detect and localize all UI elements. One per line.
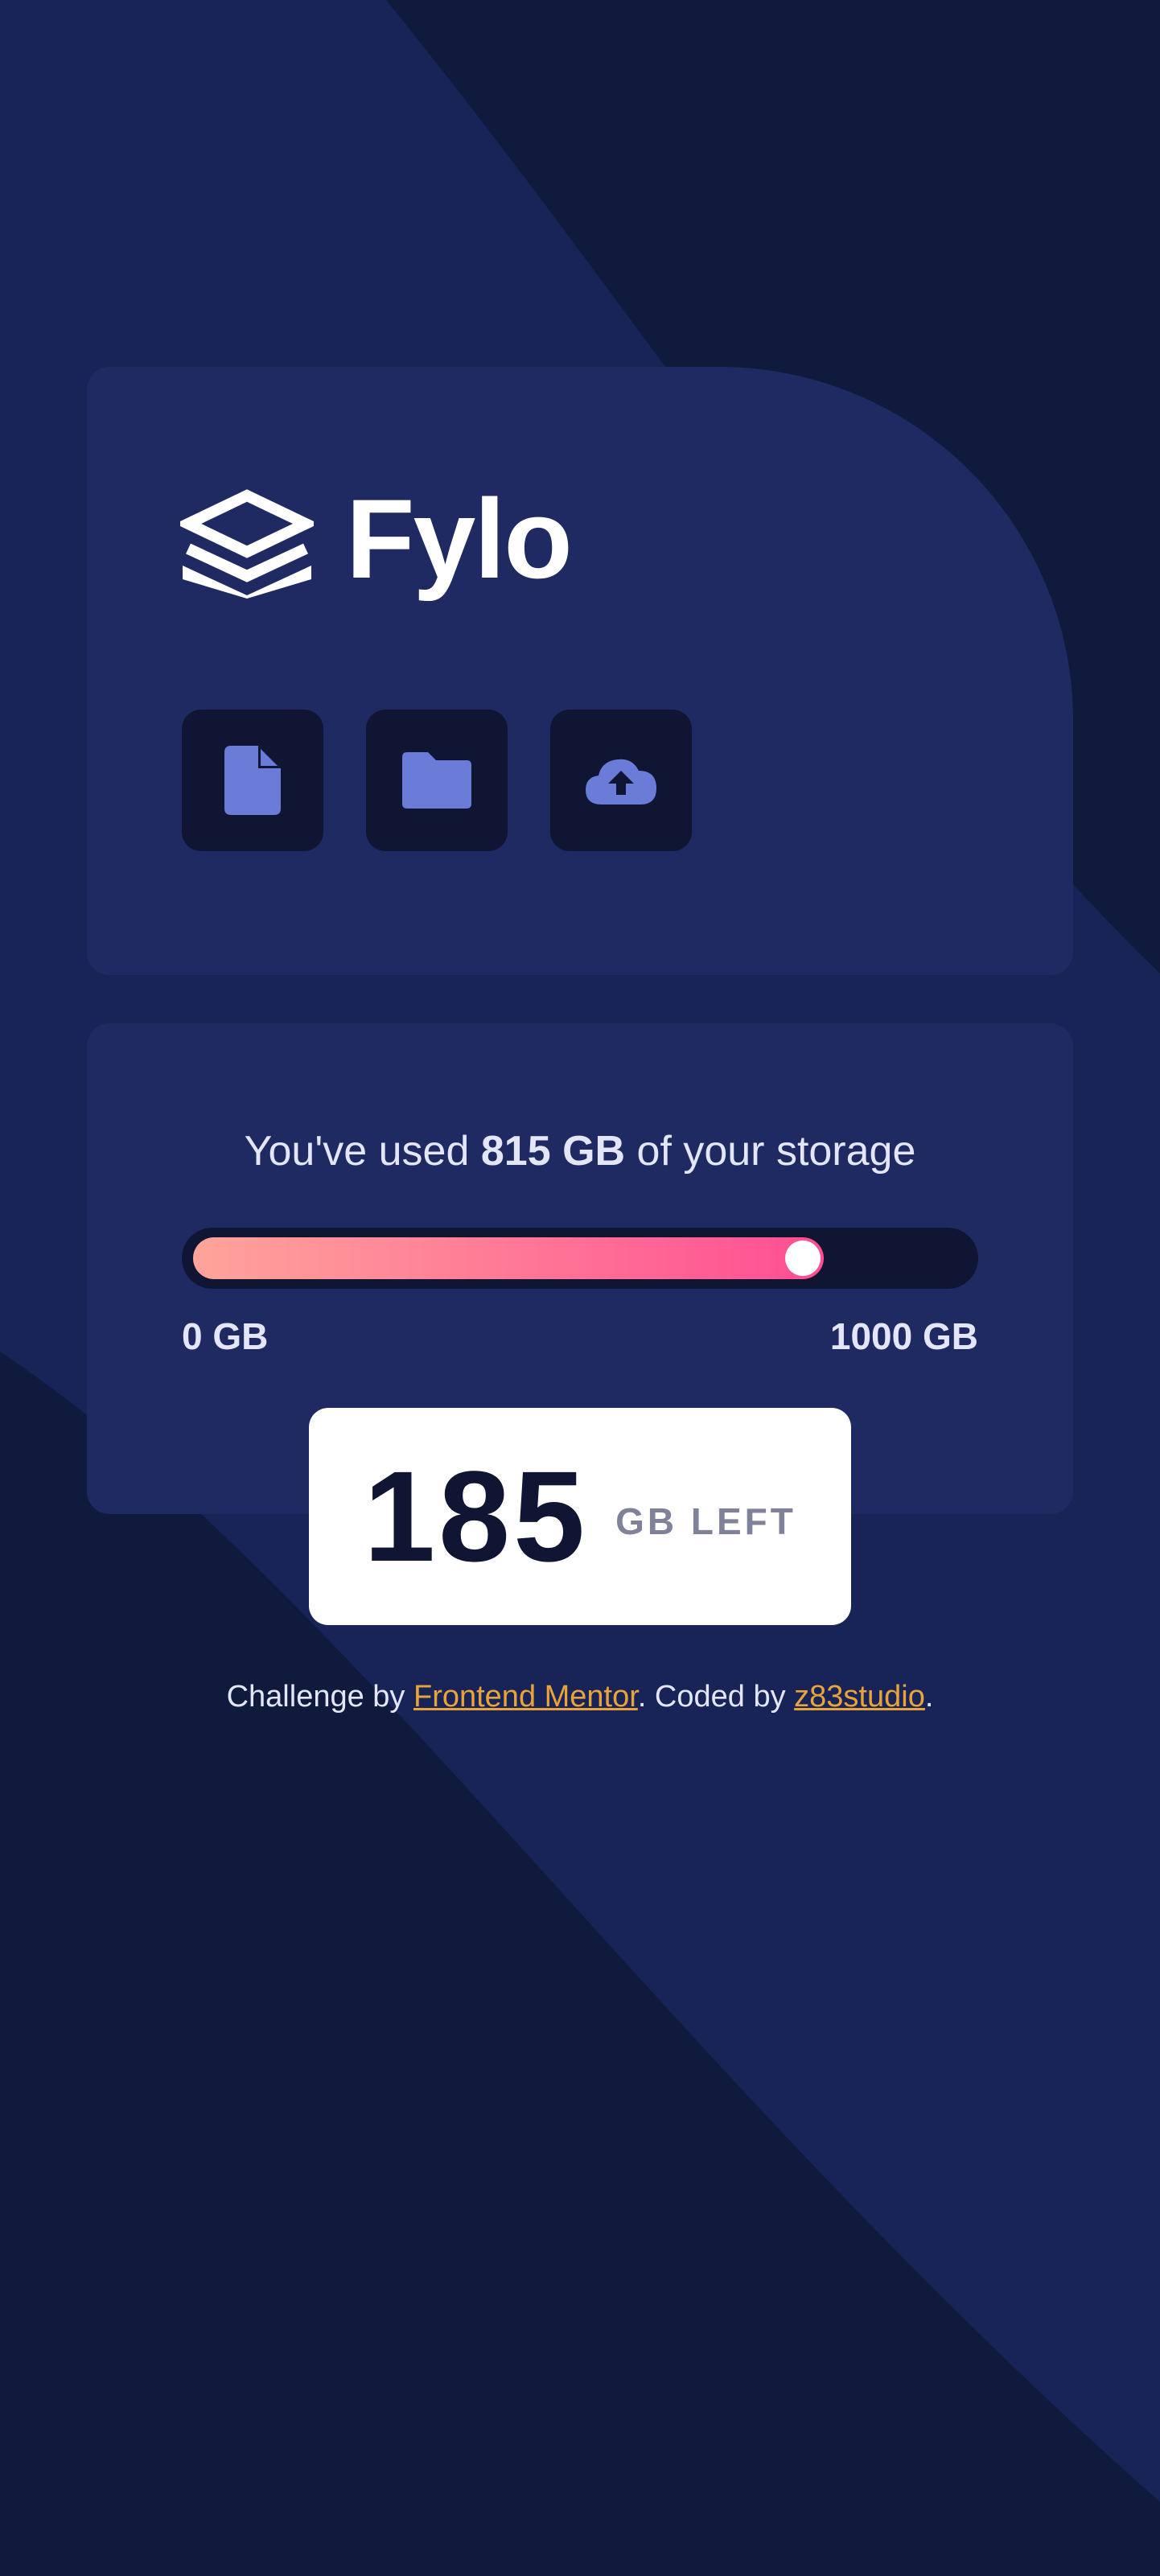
file-actions — [182, 710, 734, 851]
storage-progress-bar — [182, 1228, 978, 1289]
brand-card: Fylo — [87, 367, 1073, 975]
upload-button[interactable] — [550, 710, 692, 851]
document-button[interactable] — [182, 710, 323, 851]
used-amount: 815 GB — [480, 1128, 626, 1175]
layers-logo-icon — [180, 489, 314, 599]
usage-suffix: of your storage — [625, 1128, 916, 1175]
scale-max-label: 1000 GB — [829, 1315, 978, 1357]
folder-icon — [402, 752, 471, 809]
document-icon — [224, 746, 281, 815]
scale-min-label: 0 GB — [182, 1315, 269, 1357]
usage-summary: You've used 815 GB of your storage — [87, 1126, 1073, 1176]
folder-button[interactable] — [366, 710, 508, 851]
attribution: Challenge by Frontend Mentor. Coded by z… — [0, 1680, 1160, 1714]
fylo-logo: Fylo — [180, 483, 573, 600]
progress-fill — [193, 1237, 824, 1279]
attribution-suffix: . — [924, 1680, 934, 1714]
author-link[interactable]: z83studio — [794, 1680, 925, 1714]
upload-icon — [586, 759, 656, 804]
attribution-middle: . Coded by — [637, 1680, 795, 1714]
attribution-prefix: Challenge by — [226, 1680, 413, 1714]
usage-prefix: You've used — [244, 1128, 481, 1175]
brand-name: Fylo — [346, 475, 573, 602]
progress-knob — [785, 1241, 821, 1276]
remaining-unit: GB LEFT — [615, 1500, 796, 1542]
remaining-number: 185 — [364, 1444, 589, 1588]
frontend-mentor-link[interactable]: Frontend Mentor — [413, 1680, 638, 1714]
remaining-storage-box: 185 GB LEFT — [309, 1408, 851, 1625]
